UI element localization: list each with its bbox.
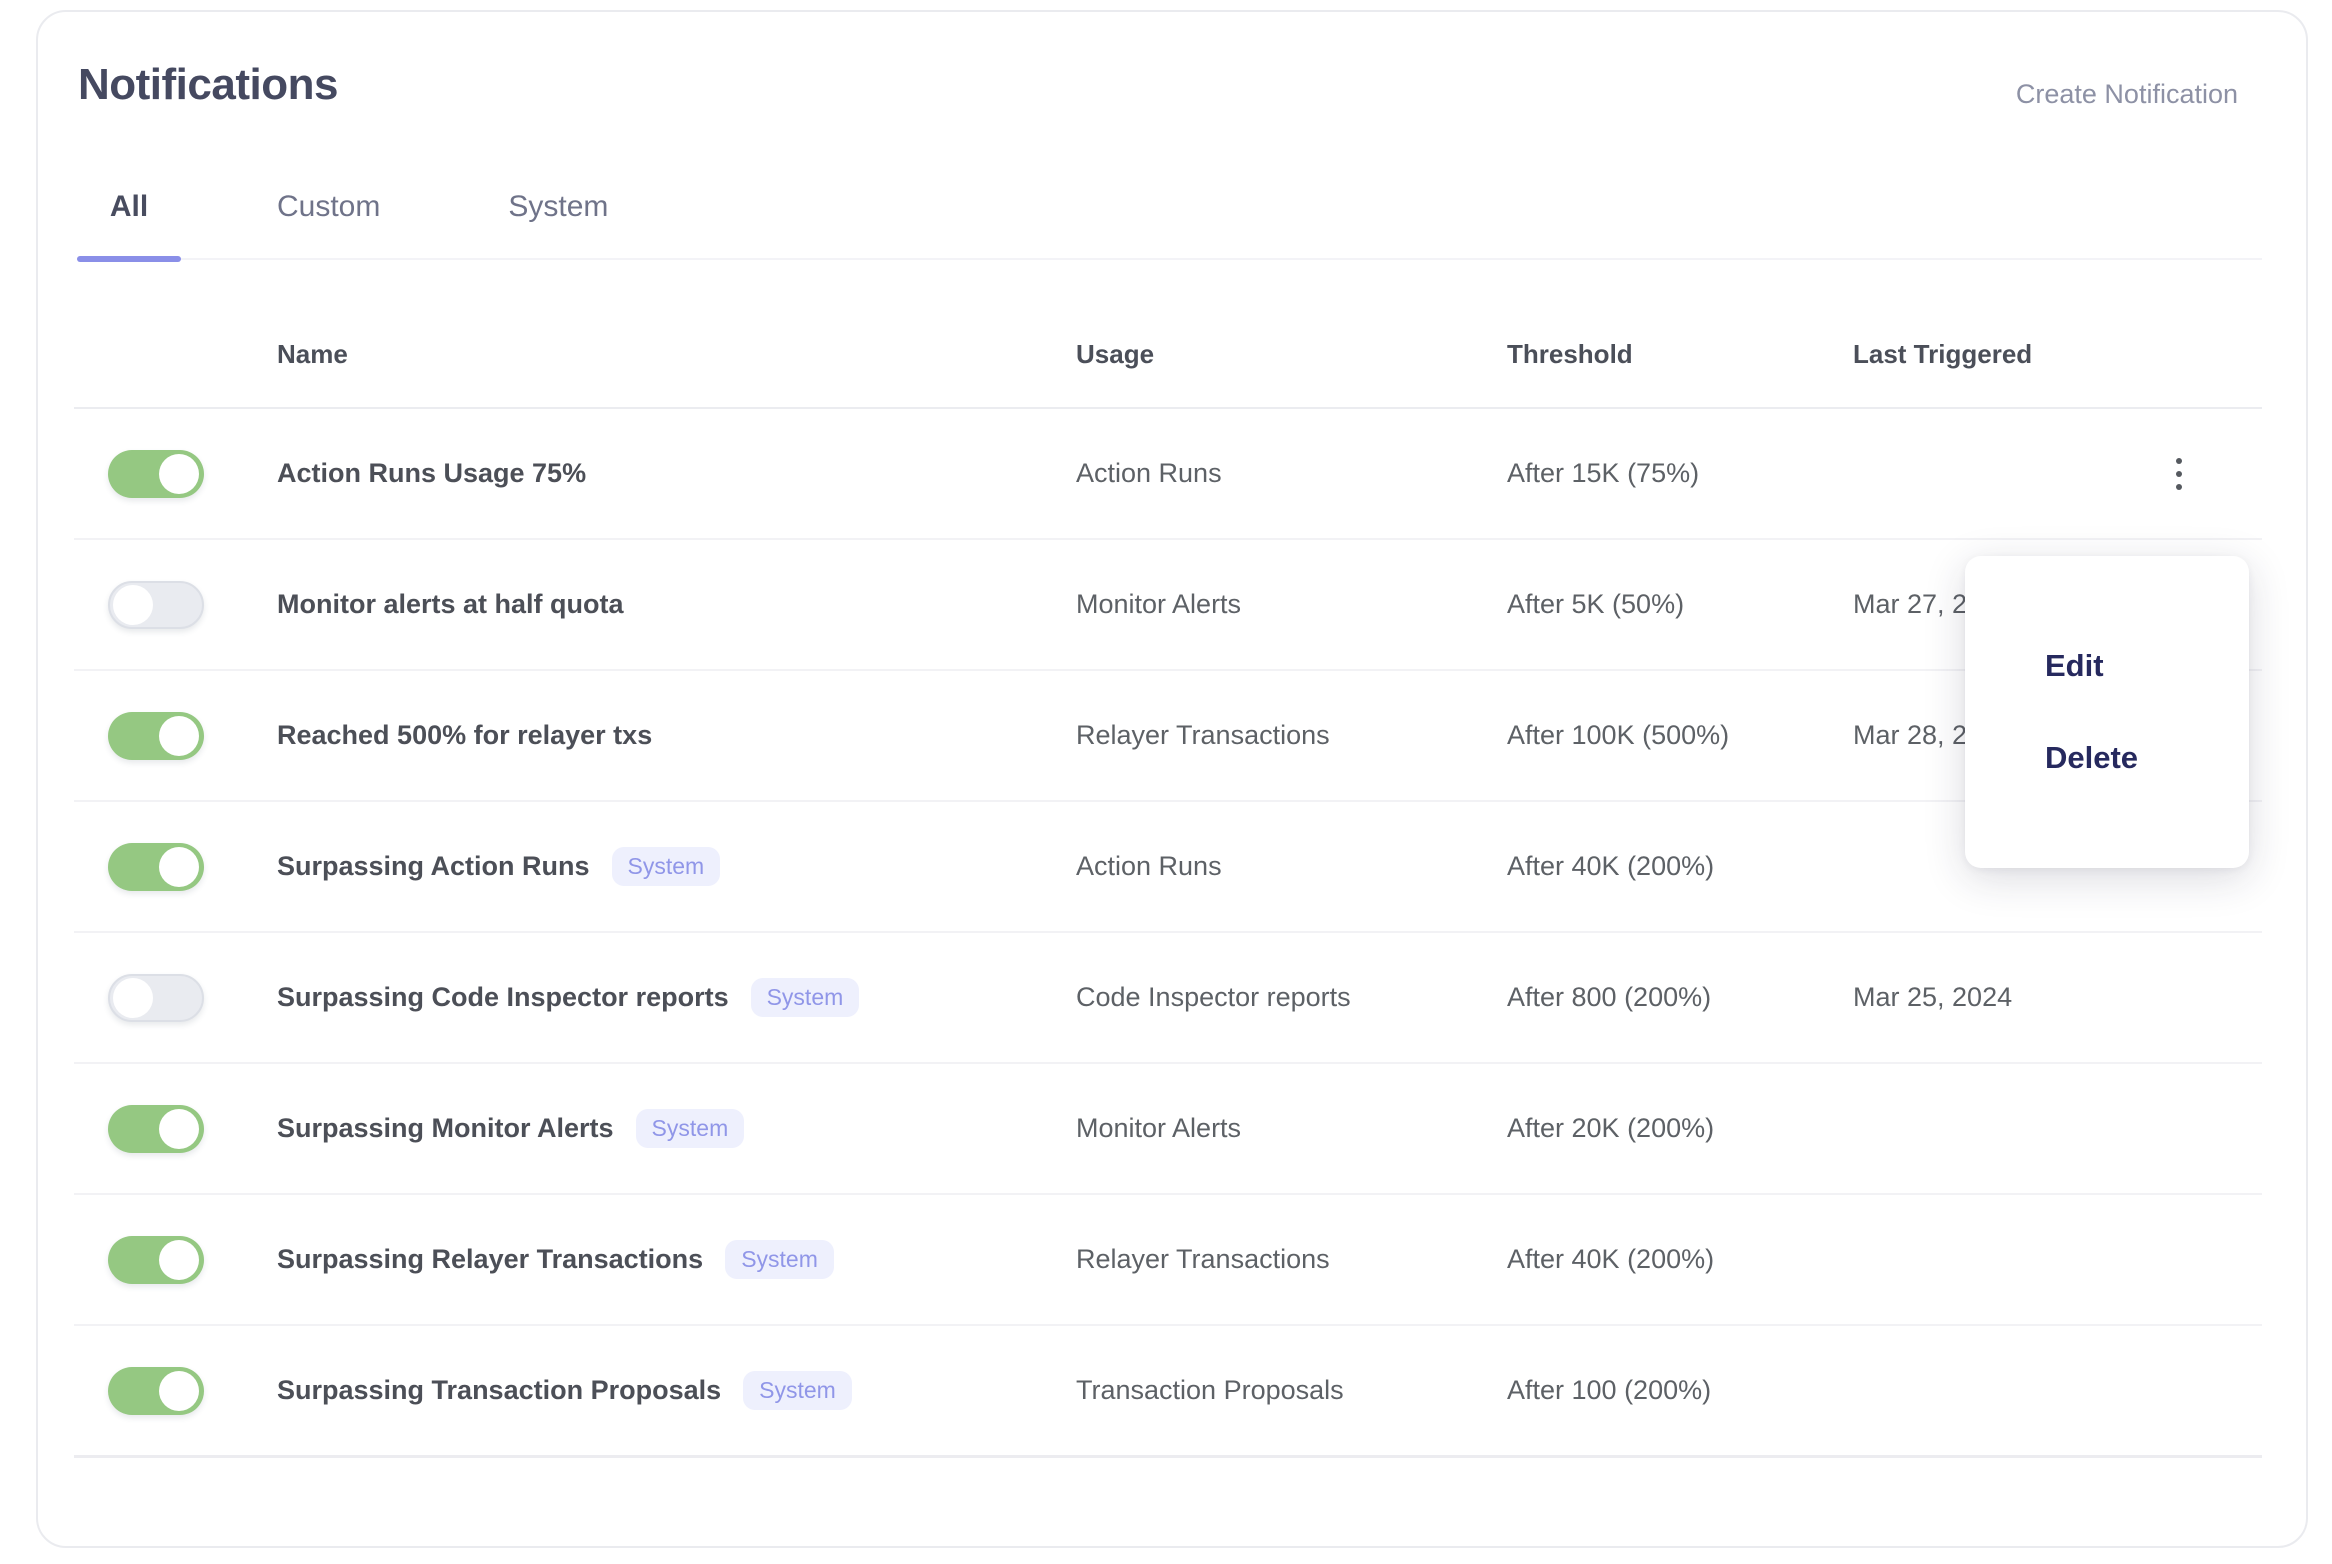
kebab-vertical-icon[interactable] (2157, 444, 2201, 504)
table-row: Surpassing Action Runs System Action Run… (74, 802, 2262, 933)
system-badge: System (611, 847, 721, 886)
notification-name: Surpassing Relayer Transactions (277, 1244, 704, 1274)
usage-cell: Monitor Alerts (1076, 589, 1242, 619)
usage-cell: Transaction Proposals (1076, 1375, 1344, 1405)
threshold-cell: After 40K (200%) (1507, 1244, 1715, 1274)
notification-toggle[interactable] (108, 973, 204, 1022)
menu-item-delete[interactable]: Delete (2045, 740, 2249, 776)
table-row: Surpassing Relayer Transactions System R… (74, 1195, 2262, 1326)
notification-name: Surpassing Action Runs (277, 851, 590, 881)
notification-name: Surpassing Transaction Proposals (277, 1375, 722, 1405)
threshold-cell: After 100K (500%) (1507, 720, 1730, 750)
toggle-cell (74, 711, 277, 760)
toggle-cell (74, 580, 277, 629)
threshold-cell: After 5K (50%) (1507, 589, 1685, 619)
usage-cell: Relayer Transactions (1076, 720, 1330, 750)
notification-name: Reached 500% for relayer txs (277, 720, 653, 750)
actions-cell (2137, 444, 2262, 504)
toggle-cell (74, 449, 277, 498)
toggle-knob (159, 1370, 199, 1411)
column-header-threshold: Threshold (1507, 339, 1633, 369)
notification-name: Surpassing Monitor Alerts (277, 1113, 614, 1143)
name-cell: Reached 500% for relayer txs (277, 720, 1076, 751)
column-header-name: Name (277, 339, 348, 369)
table-row: Surpassing Transaction Proposals System … (74, 1326, 2262, 1458)
table-row: Surpassing Monitor Alerts System Monitor… (74, 1064, 2262, 1195)
name-cell: Surpassing Monitor Alerts System (277, 1109, 1076, 1148)
usage-cell: Code Inspector reports (1076, 982, 1351, 1012)
usage-cell: Relayer Transactions (1076, 1244, 1330, 1274)
menu-item-edit[interactable]: Edit (2045, 648, 2249, 684)
toggle-cell (74, 1235, 277, 1284)
notification-toggle[interactable] (108, 1104, 204, 1153)
notification-toggle[interactable] (108, 1366, 204, 1415)
notification-toggle[interactable] (108, 580, 204, 629)
notification-name: Action Runs Usage 75% (277, 458, 587, 488)
tab-custom[interactable]: Custom (277, 190, 380, 258)
tab-list: All Custom System (77, 174, 2262, 262)
system-badge: System (743, 1371, 852, 1410)
tab-label: System (508, 190, 609, 223)
table-header-row: Name Usage Threshold Last Triggered (74, 302, 2262, 409)
name-cell: Surpassing Code Inspector reports System (277, 978, 1076, 1017)
tab-all[interactable]: All (77, 190, 181, 262)
threshold-cell: After 20K (200%) (1507, 1113, 1715, 1143)
tab-system[interactable]: System (508, 190, 608, 258)
toggle-cell (74, 1366, 277, 1415)
table-row: Monitor alerts at half quota Monitor Ale… (74, 540, 2262, 671)
table-row: Surpassing Code Inspector reports System… (74, 933, 2262, 1064)
notification-toggle[interactable] (108, 711, 204, 760)
name-cell: Monitor alerts at half quota (277, 589, 1076, 620)
system-badge: System (635, 1109, 745, 1148)
toggle-knob (113, 977, 153, 1018)
row-context-menu: Edit Delete (1965, 556, 2249, 868)
system-badge: System (725, 1240, 834, 1279)
threshold-cell: After 100 (200%) (1507, 1375, 1712, 1405)
toggle-cell (74, 842, 277, 891)
name-cell: Action Runs Usage 75% (277, 458, 1076, 489)
tab-label: Custom (277, 190, 381, 223)
notifications-table: Name Usage Threshold Last Triggered Acti… (74, 302, 2262, 1458)
name-cell: Surpassing Action Runs System (277, 847, 1076, 886)
tab-label: All (109, 190, 149, 223)
toggle-knob (113, 584, 153, 625)
notification-name: Surpassing Code Inspector reports (277, 982, 729, 1012)
notification-toggle[interactable] (108, 842, 204, 891)
threshold-cell: After 40K (200%) (1507, 851, 1715, 881)
system-badge: System (750, 978, 860, 1017)
create-notification-button[interactable]: Create Notification (2010, 78, 2244, 111)
threshold-cell: After 15K (75%) (1507, 458, 1700, 488)
last-triggered-cell: Mar 25, 2024 (1853, 982, 2013, 1012)
name-cell: Surpassing Transaction Proposals System (277, 1371, 1076, 1410)
page-title: Notifications (78, 60, 338, 109)
toggle-knob (159, 1108, 199, 1149)
usage-cell: Action Runs (1076, 851, 1222, 881)
notification-toggle[interactable] (108, 1235, 204, 1284)
toggle-knob (159, 453, 199, 494)
toggle-knob (159, 1239, 199, 1280)
toggle-cell (74, 973, 277, 1022)
name-cell: Surpassing Relayer Transactions System (277, 1240, 1076, 1279)
table-body: Action Runs Usage 75% Action Runs After … (74, 409, 2262, 1458)
toggle-knob (159, 846, 199, 887)
column-header-last-triggered: Last Triggered (1853, 339, 2033, 369)
usage-cell: Monitor Alerts (1076, 1113, 1242, 1143)
table-row: Reached 500% for relayer txs Relayer Tra… (74, 671, 2262, 802)
toggle-cell (74, 1104, 277, 1153)
threshold-cell: After 800 (200%) (1507, 982, 1712, 1012)
table-row: Action Runs Usage 75% Action Runs After … (74, 409, 2262, 540)
notification-name: Monitor alerts at half quota (277, 589, 624, 619)
toggle-knob (159, 715, 199, 756)
usage-cell: Action Runs (1076, 458, 1222, 488)
column-header-usage: Usage (1076, 339, 1155, 369)
notification-toggle[interactable] (108, 449, 204, 498)
